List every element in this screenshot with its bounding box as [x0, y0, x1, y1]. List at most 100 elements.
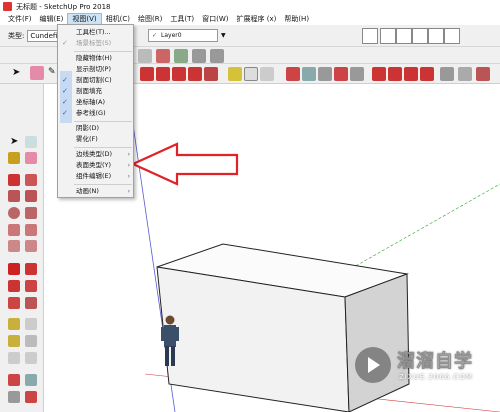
submenu-arrow-icon: ›: [127, 162, 130, 169]
share-model-icon[interactable]: [388, 67, 402, 81]
rotated-rectangle-icon[interactable]: [25, 190, 37, 202]
polygon-tool-icon[interactable]: [174, 49, 188, 63]
left-view-icon[interactable]: [444, 28, 460, 44]
top-view-icon[interactable]: [380, 28, 396, 44]
pie-tool-left-icon[interactable]: [25, 240, 37, 252]
rectangle-tool-icon[interactable]: [210, 49, 224, 63]
protractor-tool-icon[interactable]: [8, 335, 20, 347]
offset-tool-icon[interactable]: [25, 297, 37, 309]
three-point-arc-icon[interactable]: [8, 240, 20, 252]
menu-item-component-edit[interactable]: 组件编辑(E) ›: [58, 171, 133, 182]
follow-me-icon[interactable]: [440, 67, 454, 81]
pan-tool-icon[interactable]: [25, 374, 37, 386]
menu-separator: [74, 51, 132, 52]
eraser-icon[interactable]: [30, 66, 44, 80]
layer-value: Layer0: [161, 32, 182, 39]
text-icon[interactable]: [244, 67, 258, 81]
orbit-icon[interactable]: [286, 67, 300, 81]
rectangle-tool-left-icon[interactable]: [8, 190, 20, 202]
iso-view-icon[interactable]: [362, 28, 378, 44]
move-tool-icon[interactable]: [8, 263, 20, 275]
axes-icon[interactable]: [260, 67, 274, 81]
menu-item-edge-style[interactable]: 边线类型(D) ›: [58, 149, 133, 160]
menu-item-hidden-objects[interactable]: 隐藏物体(H): [58, 53, 133, 64]
zoom-tool-icon[interactable]: [8, 391, 20, 403]
menu-item-shadows[interactable]: 阴影(D): [58, 123, 133, 134]
menu-item-section-cuts[interactable]: ✓ 剖面切割(C): [58, 75, 133, 86]
circle-tool-left-icon[interactable]: [8, 207, 20, 219]
tape-measure-icon[interactable]: [228, 67, 242, 81]
check-icon: ✓: [62, 98, 68, 106]
menu-item-axes[interactable]: ✓ 坐标轴(A): [58, 97, 133, 108]
menu-draw[interactable]: 绘图(R): [134, 13, 166, 25]
paint-bucket-tool-icon[interactable]: [8, 152, 20, 164]
back-view-icon[interactable]: [428, 28, 444, 44]
arc-tool-left-icon[interactable]: [8, 224, 20, 236]
menu-window[interactable]: 窗口(W): [198, 13, 232, 25]
select-tool-icon[interactable]: ➤: [10, 136, 18, 147]
circle-tool-icon[interactable]: [192, 49, 206, 63]
text-tool-icon[interactable]: [25, 335, 37, 347]
menu-item-guides[interactable]: ✓ 参考线(G): [58, 108, 133, 119]
watermark-url: ZIXUE.3066.COM: [399, 373, 473, 381]
warehouse-icon[interactable]: [372, 67, 386, 81]
menu-item-animation[interactable]: 动画(N) ›: [58, 186, 133, 197]
rotate-icon[interactable]: [188, 67, 202, 81]
menu-separator: [74, 121, 132, 122]
check-icon: ✓: [62, 87, 68, 95]
pencil-icon[interactable]: ✎: [48, 67, 56, 77]
zoom-window-icon[interactable]: [350, 67, 364, 81]
type-label: 类型:: [8, 31, 25, 40]
arc-tool-icon[interactable]: [138, 49, 152, 63]
rotate-tool-icon[interactable]: [8, 280, 20, 292]
extension-warehouse-icon[interactable]: [404, 67, 418, 81]
pie-tool-icon[interactable]: [156, 49, 170, 63]
two-point-arc-icon[interactable]: [25, 224, 37, 236]
offset-icon[interactable]: [204, 67, 218, 81]
zoom-extents-tool-icon[interactable]: [25, 391, 37, 403]
menu-extensions[interactable]: 扩展程序 (x): [232, 13, 280, 25]
menu-file[interactable]: 文件(F): [4, 13, 36, 25]
zoom-extents-icon[interactable]: [334, 67, 348, 81]
scale-tool-icon[interactable]: [8, 297, 20, 309]
right-view-icon[interactable]: [412, 28, 428, 44]
line-tool-icon[interactable]: [8, 174, 20, 186]
freehand-icon[interactable]: [476, 67, 490, 81]
section-plane-icon[interactable]: [458, 67, 472, 81]
axes-tool-icon[interactable]: [8, 352, 20, 364]
paint-bucket-icon[interactable]: [140, 67, 154, 81]
menu-tools[interactable]: 工具(T): [166, 13, 198, 25]
dimension-tool-icon[interactable]: [25, 318, 37, 330]
play-logo-icon: [355, 347, 391, 383]
orbit-tool-icon[interactable]: [8, 374, 20, 386]
menu-item-toolbars[interactable]: 工具栏(T)...: [58, 27, 133, 38]
menu-item-section-fill[interactable]: ✓ 剖面填充: [58, 86, 133, 97]
view-menu-dropdown: 工具栏(T)... ✓ 场景标签(S) 隐藏物体(H) 显示剖切(P) ✓ 剖面…: [57, 24, 134, 198]
menu-item-scene-tabs[interactable]: ✓ 场景标签(S): [58, 38, 133, 49]
chevron-down-icon[interactable]: ▼: [221, 32, 226, 39]
zoom-icon[interactable]: [318, 67, 332, 81]
front-view-icon[interactable]: [396, 28, 412, 44]
eraser-tool-icon[interactable]: [25, 152, 37, 164]
left-toolbar: [0, 84, 44, 412]
layout-icon[interactable]: [420, 67, 434, 81]
polygon-tool-left-icon[interactable]: [25, 207, 37, 219]
tape-measure-tool-icon[interactable]: [8, 318, 20, 330]
follow-me-tool-icon[interactable]: [25, 280, 37, 292]
select-arrow-icon[interactable]: ➤: [12, 67, 20, 78]
menu-help[interactable]: 帮助(H): [280, 13, 313, 25]
3d-text-tool-icon[interactable]: [25, 352, 37, 364]
check-icon: ✓: [62, 76, 68, 84]
make-component-icon[interactable]: [25, 136, 37, 148]
menu-item-section-planes[interactable]: 显示剖切(P): [58, 64, 133, 75]
push-pull-icon[interactable]: [156, 67, 170, 81]
menu-separator: [74, 184, 132, 185]
check-icon: ✓: [152, 32, 158, 39]
pan-icon[interactable]: [302, 67, 316, 81]
layer-selector[interactable]: ✓ Layer0: [148, 29, 218, 42]
menu-item-face-style[interactable]: 表面类型(Y) ›: [58, 160, 133, 171]
move-icon[interactable]: [172, 67, 186, 81]
menu-item-fog[interactable]: 雾化(F): [58, 134, 133, 145]
push-pull-tool-icon[interactable]: [25, 263, 37, 275]
freehand-tool-icon[interactable]: [25, 174, 37, 186]
